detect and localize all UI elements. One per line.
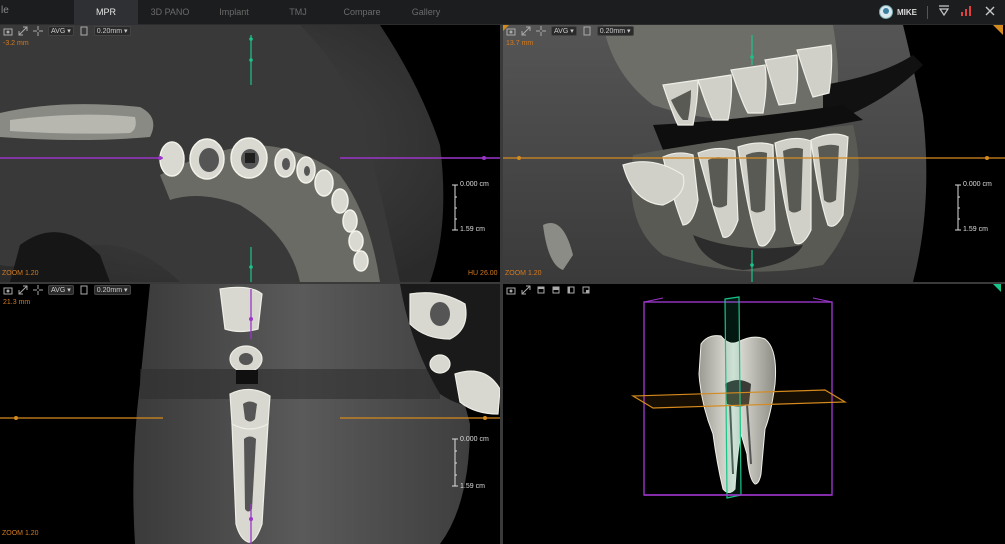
- view-tabs: MPR 3D PANO Implant TMJ Compare Gallery: [74, 0, 458, 25]
- sagittal-viewport[interactable]: AVG 0.20mm 21.3 mm ZOOM 1.20 0.000 cm 1.…: [0, 284, 500, 544]
- tooth-3d-render: [630, 296, 848, 499]
- sagittal-toolbar: AVG 0.20mm: [3, 284, 131, 296]
- user-name: MIKE: [897, 7, 917, 17]
- maximize-icon[interactable]: [521, 26, 531, 36]
- coronal-toolbar: AVG 0.20mm: [506, 25, 634, 37]
- slice-position: 21.3 mm: [3, 299, 31, 306]
- coronal-viewport[interactable]: AVG 0.20mm 13.7 mm ZOOM 1.20 0.000 cm 1.…: [503, 25, 1005, 282]
- scale-top-label: 0.000 cm: [460, 436, 489, 443]
- crosshair-icon[interactable]: [33, 26, 43, 36]
- top-bar: le MPR 3D PANO Implant TMJ Compare Galle…: [0, 0, 1005, 25]
- cube-side-icon[interactable]: [566, 285, 576, 295]
- scale-top-label: 0.000 cm: [963, 181, 992, 188]
- scale-top-label: 0.000 cm: [460, 181, 489, 188]
- cube-front-icon[interactable]: [536, 285, 546, 295]
- cube-iso-icon[interactable]: [581, 285, 591, 295]
- tab-3d-pano[interactable]: 3D PANO: [138, 0, 202, 25]
- crosshair-icon[interactable]: [536, 26, 546, 36]
- slab-icon[interactable]: [582, 26, 592, 36]
- tab-tmj[interactable]: TMJ: [266, 0, 330, 25]
- mode-select[interactable]: AVG: [551, 26, 577, 36]
- crosshair-icon[interactable]: [33, 285, 43, 295]
- toolbar-divider: [927, 6, 928, 19]
- zoom-readout: ZOOM 1.20: [2, 530, 39, 537]
- axial-slice-image: [0, 25, 500, 282]
- filter-icon[interactable]: [936, 4, 952, 20]
- camera-icon[interactable]: [3, 26, 13, 36]
- axial-toolbar: AVG 0.20mm: [3, 25, 131, 37]
- slab-icon[interactable]: [79, 26, 89, 36]
- app-title-fragment: le: [1, 5, 9, 16]
- scale-bottom-label: 1.59 cm: [460, 483, 485, 490]
- slab-icon[interactable]: [79, 285, 89, 295]
- volume-toolbar: [506, 284, 591, 296]
- axial-viewport[interactable]: AVG 0.20mm -3.2 mm ZOOM 1.20 0.000 cm 1.…: [0, 25, 500, 282]
- mode-select[interactable]: AVG: [48, 285, 74, 295]
- tab-gallery[interactable]: Gallery: [394, 0, 458, 25]
- orange-corner-marker: [993, 25, 1003, 35]
- tab-mpr[interactable]: MPR: [74, 0, 138, 25]
- zoom-readout: ZOOM 1.20: [2, 270, 39, 277]
- maximize-icon[interactable]: [521, 285, 531, 295]
- camera-icon[interactable]: [506, 285, 516, 295]
- volume-3d-viewport[interactable]: [503, 284, 1005, 544]
- user-menu[interactable]: MIKE: [879, 5, 917, 19]
- horizontal-splitter[interactable]: [0, 282, 1005, 284]
- thickness-select[interactable]: 0.20mm: [596, 26, 634, 36]
- mode-select[interactable]: AVG: [48, 26, 74, 36]
- cube-top-icon[interactable]: [551, 285, 561, 295]
- hu-readout: HU 26.00: [468, 270, 498, 277]
- thickness-select[interactable]: 0.20mm: [93, 285, 131, 295]
- avatar: [879, 5, 893, 19]
- tab-implant[interactable]: Implant: [202, 0, 266, 25]
- zoom-readout: ZOOM 1.20: [505, 270, 542, 277]
- close-icon[interactable]: [982, 4, 998, 20]
- scale-bottom-label: 1.59 cm: [963, 226, 988, 233]
- maximize-icon[interactable]: [18, 285, 28, 295]
- camera-icon[interactable]: [506, 26, 516, 36]
- tab-compare[interactable]: Compare: [330, 0, 394, 25]
- thickness-select[interactable]: 0.20mm: [93, 26, 131, 36]
- slice-position: -3.2 mm: [3, 40, 29, 47]
- signal-bars-icon[interactable]: [958, 4, 974, 20]
- camera-icon[interactable]: [3, 285, 13, 295]
- maximize-icon[interactable]: [18, 26, 28, 36]
- scale-bottom-label: 1.59 cm: [460, 226, 485, 233]
- green-corner-marker: [993, 284, 1001, 292]
- vertical-splitter[interactable]: [500, 25, 503, 544]
- slice-position: 13.7 mm: [506, 40, 534, 47]
- sagittal-slice-image: [0, 284, 500, 544]
- coronal-slice-image: [503, 25, 1005, 282]
